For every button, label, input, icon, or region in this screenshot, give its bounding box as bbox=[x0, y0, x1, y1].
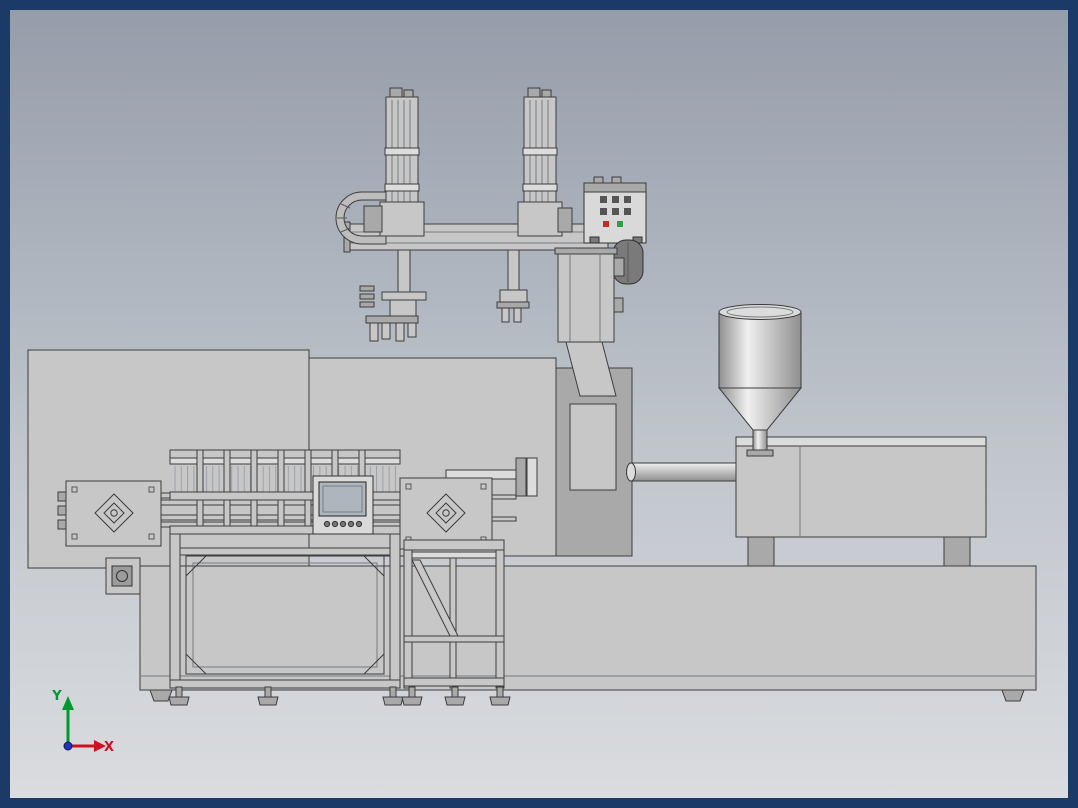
hmi-button[interactable] bbox=[339, 520, 347, 528]
hmi-screen[interactable] bbox=[318, 481, 367, 517]
robot-control-box bbox=[583, 176, 647, 244]
hmi-button[interactable] bbox=[347, 520, 355, 528]
injection-unit-leg bbox=[747, 536, 775, 568]
hmi-button[interactable] bbox=[331, 520, 339, 528]
table-leg bbox=[389, 533, 401, 681]
fence-post bbox=[403, 549, 413, 689]
injection-unit-leg bbox=[943, 536, 971, 568]
moving-platen bbox=[399, 477, 493, 550]
table-leg bbox=[169, 533, 181, 681]
hmi-button[interactable] bbox=[323, 520, 331, 528]
axis-x-label: X bbox=[104, 740, 114, 755]
fence-post bbox=[495, 549, 505, 689]
machine-foot bbox=[1001, 689, 1025, 702]
indicator-red bbox=[603, 221, 609, 227]
axis-origin bbox=[63, 741, 73, 751]
cad-viewport[interactable]: Y X bbox=[0, 0, 1078, 808]
clamp-plate-left bbox=[57, 480, 162, 547]
axis-y-label: Y bbox=[51, 689, 62, 704]
nozzle-guard bbox=[515, 457, 538, 497]
hmi-button[interactable] bbox=[355, 520, 363, 528]
indicator-green bbox=[617, 221, 623, 227]
hmi-panel[interactable] bbox=[312, 475, 374, 535]
junction-box bbox=[105, 557, 141, 595]
injection-barrel bbox=[626, 462, 743, 482]
machine-foot bbox=[149, 689, 173, 702]
